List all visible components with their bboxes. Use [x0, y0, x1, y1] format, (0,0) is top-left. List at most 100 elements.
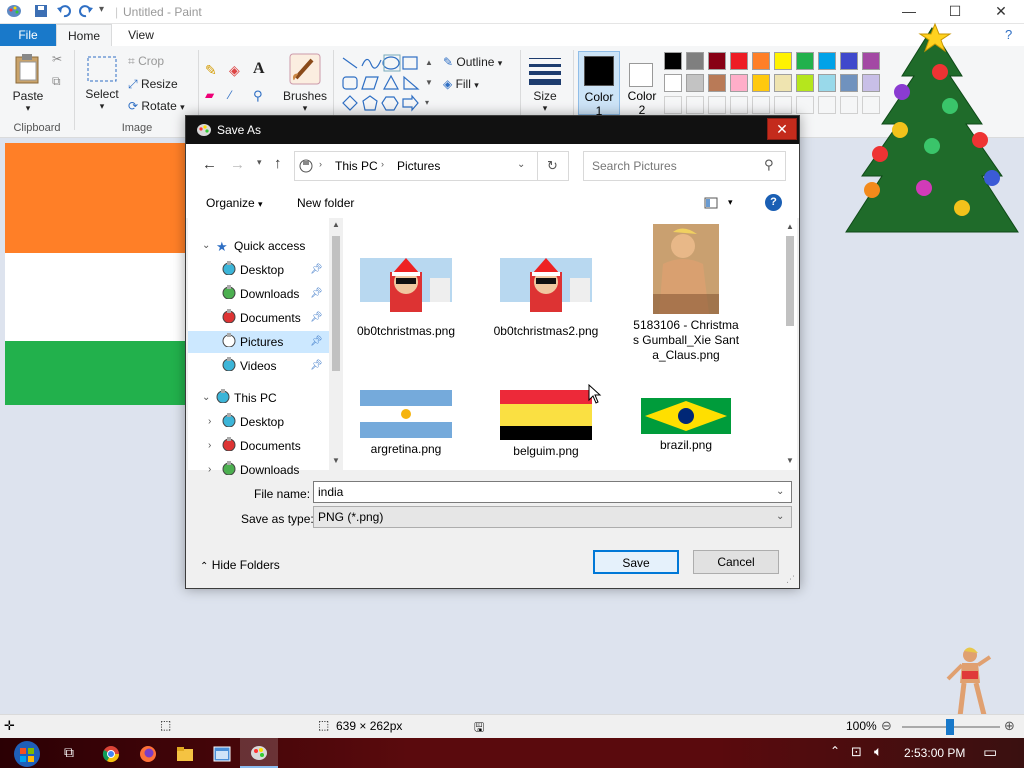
- taskbar-clock[interactable]: 2:53:00 PM: [904, 746, 965, 760]
- file-name-input[interactable]: india: [318, 485, 343, 499]
- custom-color-slot[interactable]: [752, 96, 770, 114]
- tab-file[interactable]: File: [0, 24, 56, 46]
- undo-icon[interactable]: [56, 4, 72, 21]
- breadcrumb-this-pc[interactable]: This PC: [335, 159, 378, 173]
- crop-button[interactable]: ⌗ Crop: [128, 54, 164, 69]
- scroll-up-icon[interactable]: ▲: [786, 222, 794, 231]
- custom-color-slot[interactable]: [796, 96, 814, 114]
- expand-chevron-icon[interactable]: ⌄: [202, 235, 210, 257]
- eraser-icon[interactable]: ▰: [205, 88, 214, 102]
- refresh-icon[interactable]: ↻: [547, 158, 558, 174]
- collapse-chevron-icon[interactable]: ›: [208, 411, 211, 433]
- forward-arrow-icon[interactable]: →: [230, 156, 245, 173]
- pencil-icon[interactable]: ✎: [205, 62, 217, 79]
- palette-color-swatch[interactable]: [730, 74, 748, 92]
- scroll-up-icon[interactable]: ▲: [332, 220, 340, 229]
- nav-quick-access[interactable]: ⌄ ★ Quick access: [188, 235, 329, 257]
- nav-this-pc[interactable]: ⌄ This PC: [188, 387, 329, 409]
- shapes-gallery[interactable]: [340, 54, 432, 114]
- select-button[interactable]: Select ▾: [82, 54, 122, 112]
- color-picker-icon[interactable]: ⁄: [229, 88, 231, 102]
- palette-color-swatch[interactable]: [774, 52, 792, 70]
- palette-color-swatch[interactable]: [686, 74, 704, 92]
- custom-color-slot[interactable]: [774, 96, 792, 114]
- chrome-icon[interactable]: [102, 745, 120, 763]
- fill-bucket-icon[interactable]: ◈: [229, 62, 240, 79]
- palette-color-swatch[interactable]: [708, 74, 726, 92]
- files-scroll-thumb[interactable]: [786, 236, 794, 326]
- zoom-in-icon[interactable]: ⊕: [1004, 718, 1015, 734]
- nav-scroll-thumb[interactable]: [332, 236, 340, 371]
- drawing-canvas[interactable]: [5, 143, 185, 405]
- tab-home[interactable]: Home: [56, 24, 112, 46]
- custom-color-slot[interactable]: [686, 96, 704, 114]
- task-view-icon[interactable]: ⧉: [64, 744, 74, 761]
- text-tool-icon[interactable]: A: [253, 60, 265, 78]
- up-arrow-icon[interactable]: ↑: [274, 155, 282, 172]
- zoom-out-icon[interactable]: ⊖: [881, 718, 892, 734]
- color1-button[interactable]: Color 1: [578, 51, 620, 118]
- palette-color-swatch[interactable]: [752, 74, 770, 92]
- color2-button[interactable]: Color 2: [622, 51, 662, 117]
- cancel-button[interactable]: Cancel: [693, 550, 779, 574]
- expand-chevron-icon[interactable]: ⌄: [202, 387, 210, 409]
- address-bar[interactable]: › This PC › Pictures ⌄ ↻: [294, 151, 569, 181]
- save-type-dropdown-icon[interactable]: ⌄: [776, 507, 784, 527]
- cut-icon[interactable]: ✂: [52, 52, 62, 66]
- tray-chevron-icon[interactable]: ⌃: [830, 744, 840, 758]
- collapse-chevron-icon[interactable]: ›: [208, 459, 211, 481]
- resize-button[interactable]: ⤢ Resize: [128, 77, 178, 92]
- palette-color-swatch[interactable]: [664, 52, 682, 70]
- palette-color-swatch[interactable]: [818, 74, 836, 92]
- custom-color-slot[interactable]: [730, 96, 748, 114]
- explorer-window-icon[interactable]: [213, 745, 231, 763]
- magnifier-icon[interactable]: ⚲: [253, 88, 263, 104]
- volume-icon[interactable]: 🔈︎: [874, 743, 882, 760]
- copy-icon[interactable]: ⧉: [52, 74, 61, 89]
- search-icon[interactable]: ⚲: [764, 157, 774, 173]
- search-box[interactable]: Search Pictures ⚲: [583, 151, 786, 181]
- shapes-scroll-up-icon[interactable]: ▲: [425, 58, 433, 67]
- save-icon[interactable]: [34, 4, 48, 21]
- redo-icon[interactable]: [78, 4, 94, 21]
- palette-color-swatch[interactable]: [730, 52, 748, 70]
- palette-color-swatch[interactable]: [774, 74, 792, 92]
- palette-color-swatch[interactable]: [818, 52, 836, 70]
- scroll-down-icon[interactable]: ▼: [786, 456, 794, 465]
- nav-pc-item-documents[interactable]: › Documents: [188, 435, 329, 457]
- files-scrollbar[interactable]: ▲ ▼: [783, 218, 797, 470]
- help-icon[interactable]: ?: [765, 194, 782, 211]
- save-button[interactable]: Save: [593, 550, 679, 574]
- network-icon[interactable]: ⊡: [851, 744, 862, 760]
- tab-view[interactable]: View: [112, 24, 170, 46]
- file-name-field[interactable]: india ⌄: [313, 481, 792, 503]
- nav-pc-item-desktop[interactable]: › Desktop: [188, 411, 329, 433]
- new-folder-button[interactable]: New folder: [297, 196, 354, 210]
- customize-qat-icon[interactable]: ▾: [99, 4, 104, 15]
- size-button[interactable]: Size ▾: [526, 54, 564, 114]
- notifications-icon[interactable]: ▭: [983, 743, 997, 761]
- outline-button[interactable]: ✎ Outline ▾: [443, 55, 502, 69]
- custom-color-slot[interactable]: [818, 96, 836, 114]
- nav-item-documents[interactable]: Documents 📌︎: [188, 307, 329, 329]
- back-arrow-icon[interactable]: ←: [202, 156, 217, 173]
- brushes-button[interactable]: Brushes ▾: [282, 52, 328, 114]
- paint-taskbar-button[interactable]: [240, 738, 278, 768]
- dialog-close-button[interactable]: ✕: [767, 118, 797, 140]
- address-dropdown-icon[interactable]: ⌄: [517, 159, 525, 170]
- palette-color-swatch[interactable]: [752, 52, 770, 70]
- hide-folders-button[interactable]: ⌃ Hide Folders: [200, 558, 280, 572]
- recent-locations-icon[interactable]: ▾: [257, 157, 262, 168]
- fill-button[interactable]: ◈ Fill ▾: [443, 77, 479, 91]
- palette-color-swatch[interactable]: [686, 52, 704, 70]
- firefox-icon[interactable]: [139, 745, 157, 763]
- nav-item-pictures[interactable]: Pictures 📌︎: [188, 331, 329, 353]
- collapse-chevron-icon[interactable]: ›: [208, 435, 211, 457]
- custom-color-slot[interactable]: [708, 96, 726, 114]
- organize-button[interactable]: Organize ▾: [206, 196, 263, 210]
- save-type-select[interactable]: PNG (*.png) ⌄: [313, 506, 792, 528]
- shapes-scroll-down-icon[interactable]: ▼: [425, 78, 433, 87]
- rotate-button[interactable]: ⟳ Rotate ▾: [128, 99, 185, 113]
- nav-scrollbar[interactable]: ▲ ▼: [329, 218, 343, 470]
- nav-item-desktop[interactable]: Desktop 📌︎: [188, 259, 329, 281]
